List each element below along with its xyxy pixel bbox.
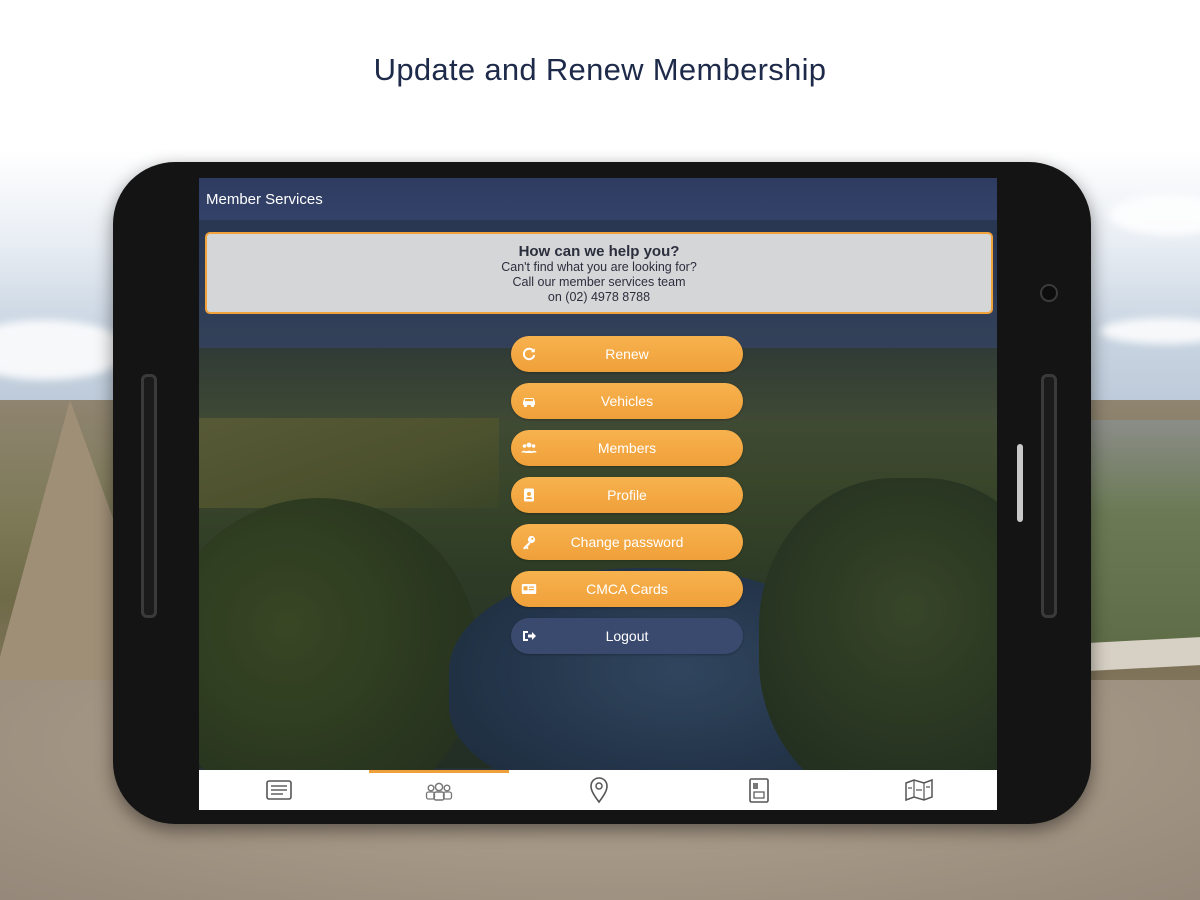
app-title: Member Services xyxy=(206,191,323,208)
logout-label: Logout xyxy=(605,628,649,644)
help-title: How can we help you? xyxy=(518,243,680,260)
app-screen: Member Services How can we help you? Can… xyxy=(199,178,997,810)
change-password-label: Change password xyxy=(570,534,684,550)
side-button-left xyxy=(141,374,157,618)
help-phone[interactable]: on (02) 4978 8788 xyxy=(207,290,991,305)
refresh-icon xyxy=(522,347,536,361)
car-icon xyxy=(523,398,535,408)
tab-book[interactable] xyxy=(679,770,839,810)
logout-icon xyxy=(523,631,536,641)
tablet-device: Member Services How can we help you? Can… xyxy=(113,162,1091,824)
tab-map-pin[interactable] xyxy=(519,770,679,810)
key-icon xyxy=(523,535,536,550)
book-icon xyxy=(749,778,769,803)
app-header: Member Services xyxy=(199,178,997,220)
id-badge-icon xyxy=(524,488,534,502)
change-password-button[interactable]: Change password xyxy=(511,524,743,560)
help-line: Call our member services team xyxy=(512,275,686,289)
members-label: Members xyxy=(597,440,657,456)
renew-label: Renew xyxy=(605,346,649,362)
help-line: Can't find what you are looking for? xyxy=(501,260,697,274)
card-icon xyxy=(521,584,537,594)
map-pin-icon xyxy=(590,777,608,804)
tab-members[interactable] xyxy=(359,770,519,810)
tab-map[interactable] xyxy=(839,770,997,810)
list-icon xyxy=(266,780,292,800)
vehicles-button[interactable]: Vehicles xyxy=(511,383,743,419)
vehicles-label: Vehicles xyxy=(600,393,654,409)
page-headline: Update and Renew Membership xyxy=(373,52,827,87)
tab-list[interactable] xyxy=(199,770,359,810)
renew-button[interactable]: Renew xyxy=(511,336,743,372)
cmca-cards-button[interactable]: CMCA Cards xyxy=(511,571,743,607)
camera-icon xyxy=(1040,284,1058,302)
map-icon xyxy=(905,778,933,802)
home-indicator xyxy=(1017,444,1023,522)
bottom-tab-bar xyxy=(199,770,997,810)
logout-button[interactable]: Logout xyxy=(511,618,743,654)
help-panel: How can we help you? Can't find what you… xyxy=(205,232,993,314)
users-icon xyxy=(521,442,537,453)
cmca-cards-label: CMCA Cards xyxy=(586,581,668,597)
members-icon xyxy=(425,782,453,801)
side-button-right xyxy=(1041,374,1057,618)
profile-button[interactable]: Profile xyxy=(511,477,743,513)
member-menu: Renew Vehicles Members Profile Change pa… xyxy=(511,336,743,665)
members-button[interactable]: Members xyxy=(511,430,743,466)
profile-label: Profile xyxy=(607,487,647,503)
